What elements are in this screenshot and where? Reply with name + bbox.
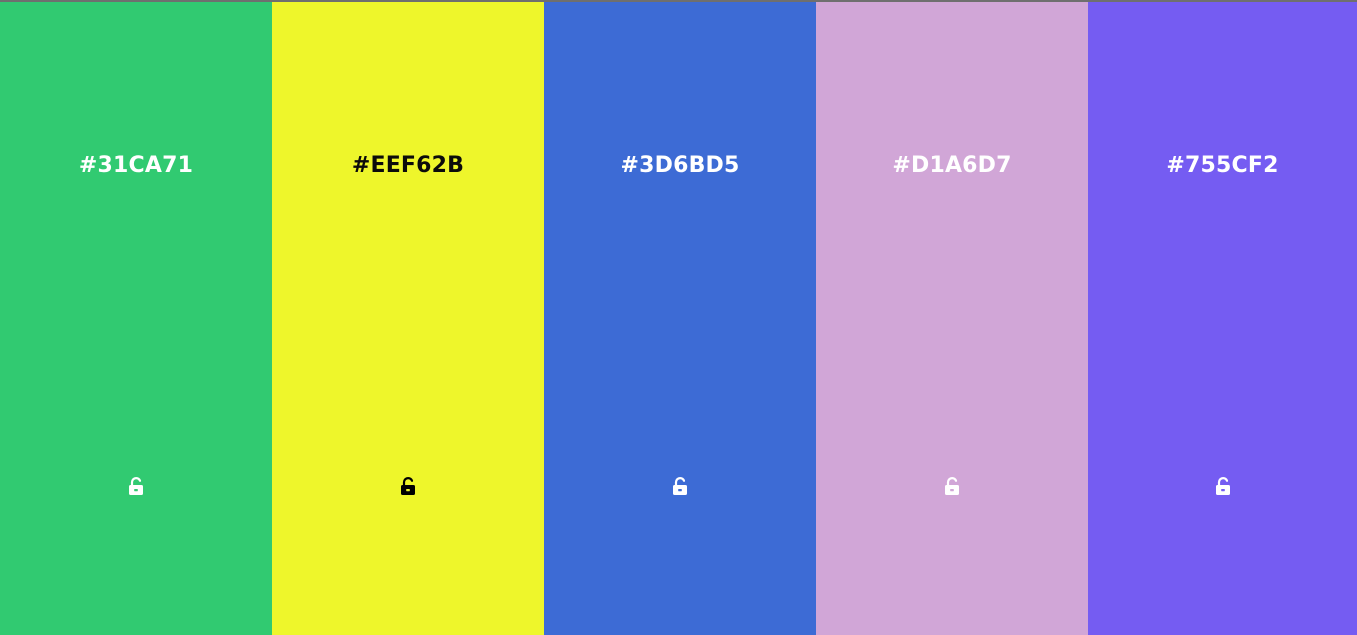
color-column-3[interactable]: #3D6BD5 [544, 2, 816, 635]
lock-button[interactable] [394, 472, 422, 500]
hex-code-label[interactable]: #EEF62B [272, 152, 544, 180]
color-column-4[interactable]: #D1A6D7 [816, 2, 1088, 635]
unlocked-padlock-icon [1215, 476, 1230, 495]
color-column-1[interactable]: #31CA71 [0, 2, 272, 635]
lock-button[interactable] [938, 472, 966, 500]
hex-code-label[interactable]: #3D6BD5 [544, 152, 816, 180]
unlocked-padlock-icon [401, 476, 415, 495]
palette-page: #31CA71 #EEF62B #3D6BD5 #D1A6D7 #755CF2 [0, 0, 1357, 635]
hex-code-label[interactable]: #31CA71 [0, 152, 272, 180]
unlocked-padlock-icon [673, 476, 687, 495]
color-column-5[interactable]: #755CF2 [1088, 2, 1357, 635]
lock-button[interactable] [1209, 472, 1237, 500]
hex-code-label[interactable]: #755CF2 [1088, 152, 1357, 180]
unlocked-padlock-icon [129, 476, 143, 495]
lock-button[interactable] [666, 472, 694, 500]
color-column-2[interactable]: #EEF62B [272, 2, 544, 635]
palette-columns: #31CA71 #EEF62B #3D6BD5 #D1A6D7 #755CF2 [0, 2, 1357, 635]
unlocked-padlock-icon [945, 476, 959, 495]
hex-code-label[interactable]: #D1A6D7 [816, 152, 1088, 180]
lock-button[interactable] [122, 472, 150, 500]
